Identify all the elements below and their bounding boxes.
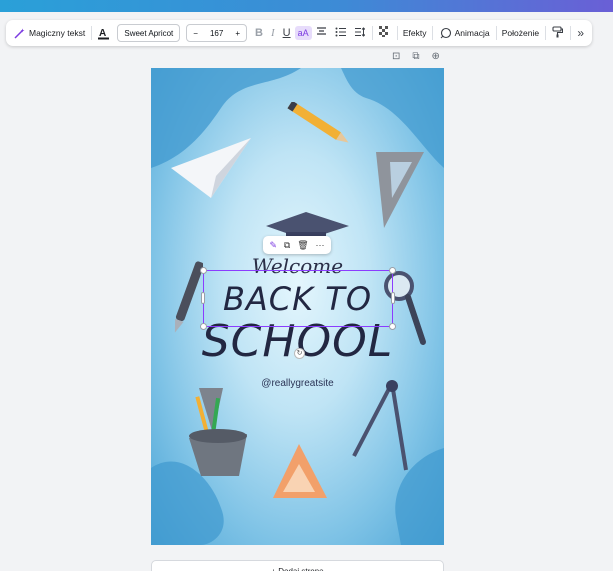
lock-icon[interactable]: ⊡ bbox=[392, 51, 400, 62]
svg-text:A: A bbox=[99, 28, 106, 39]
rotate-handle-icon[interactable]: ↻ bbox=[294, 348, 305, 359]
list-icon[interactable] bbox=[331, 27, 350, 40]
letter-case-button[interactable]: aA bbox=[294, 26, 312, 40]
effects-label: Efekty bbox=[402, 28, 427, 38]
text-color-icon: A bbox=[97, 27, 110, 40]
font-family-select[interactable]: Sweet Apricot bbox=[117, 24, 181, 42]
magic-text-label: Magiczny tekst bbox=[29, 28, 86, 38]
add-page-button[interactable]: + Dodaj stronę bbox=[151, 560, 444, 571]
website-handle-text[interactable]: @reallygreatsite bbox=[151, 378, 444, 389]
animation-button[interactable]: Animacja bbox=[436, 24, 493, 43]
text-toolbar: Magiczny tekst A Sweet Apricot − 167 + B… bbox=[6, 20, 592, 46]
design-canvas[interactable]: Welcome BACK TO SCHOOL @reallygreatsite … bbox=[151, 68, 444, 545]
effects-button[interactable]: Efekty bbox=[400, 25, 430, 41]
side-handle[interactable] bbox=[391, 292, 395, 304]
resize-handle[interactable] bbox=[200, 323, 207, 330]
set-square-icon bbox=[376, 152, 424, 228]
page-actions: ⊡ ⧉ ⊕ bbox=[392, 51, 440, 62]
more-options-button[interactable]: » bbox=[573, 27, 588, 39]
compass-icon bbox=[352, 380, 408, 471]
magic-text-button[interactable]: Magiczny tekst bbox=[10, 24, 88, 43]
side-handle[interactable] bbox=[201, 292, 205, 304]
decrease-size-button[interactable]: − bbox=[187, 29, 204, 38]
animation-icon bbox=[439, 27, 452, 40]
ai-edit-icon[interactable]: ✎ bbox=[269, 240, 277, 251]
triangle-ruler-icon bbox=[273, 444, 327, 498]
resize-handle[interactable] bbox=[389, 323, 396, 330]
resize-handle[interactable] bbox=[389, 267, 396, 274]
magic-wand-icon bbox=[13, 27, 26, 40]
increase-size-button[interactable]: + bbox=[229, 29, 246, 38]
position-label: Położenie bbox=[501, 28, 540, 38]
element-context-menu: ✎ ⧉ 🗑 ··· bbox=[263, 236, 331, 254]
align-center-icon[interactable] bbox=[312, 26, 331, 40]
resize-handle[interactable] bbox=[200, 267, 207, 274]
bold-button[interactable]: B bbox=[251, 27, 267, 39]
font-size-value[interactable]: 167 bbox=[204, 29, 229, 38]
text-selection-box[interactable] bbox=[200, 267, 396, 330]
font-family-value: Sweet Apricot bbox=[124, 28, 174, 38]
spacing-icon[interactable] bbox=[350, 26, 369, 40]
duplicate-page-icon[interactable]: ⧉ bbox=[412, 51, 419, 62]
pencil-icon bbox=[287, 102, 349, 143]
top-gradient-bar bbox=[0, 0, 613, 12]
transparency-icon[interactable] bbox=[375, 26, 394, 40]
paint-format-icon[interactable] bbox=[548, 25, 567, 41]
animation-label: Animacja bbox=[454, 28, 490, 38]
underline-button[interactable]: U bbox=[279, 27, 295, 39]
paper-plane-icon bbox=[171, 138, 251, 198]
add-page-icon[interactable]: ⊕ bbox=[432, 51, 440, 62]
font-size-stepper[interactable]: − 167 + bbox=[186, 24, 247, 42]
italic-button[interactable]: I bbox=[267, 27, 279, 39]
pencil-cup-icon bbox=[189, 388, 247, 476]
more-icon[interactable]: ··· bbox=[316, 240, 325, 250]
delete-icon[interactable]: 🗑 bbox=[297, 240, 308, 251]
position-button[interactable]: Położenie bbox=[499, 25, 542, 41]
text-color-button[interactable]: A bbox=[94, 24, 113, 43]
copy-icon[interactable]: ⧉ bbox=[284, 240, 290, 251]
